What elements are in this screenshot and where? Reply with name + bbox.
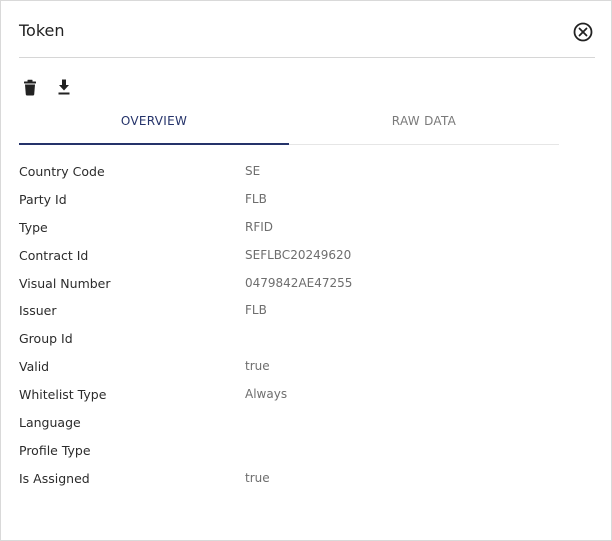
property-key: Party Id <box>19 191 67 207</box>
property-key: Whitelist Type <box>19 387 107 403</box>
property-key: Visual Number <box>19 275 111 291</box>
tab-overview[interactable]: OVERVIEW <box>19 109 289 145</box>
property-key: Language <box>19 415 81 431</box>
property-row: Issuer FLB <box>19 297 579 325</box>
properties-list: Country Code SE Party Id FLB Type RFID C… <box>19 158 579 493</box>
property-row: Whitelist Type Always <box>19 381 579 409</box>
property-row: Group Id <box>19 325 579 353</box>
close-icon[interactable] <box>572 21 594 43</box>
property-key: Country Code <box>19 164 105 179</box>
property-row: Visual Number 0479842AE47255 <box>19 270 579 298</box>
download-icon[interactable] <box>54 77 74 97</box>
property-value: RFID <box>245 219 274 234</box>
property-key: Issuer <box>19 303 57 319</box>
property-key: Contract Id <box>19 247 89 263</box>
property-value: Always <box>245 387 288 402</box>
property-row: Is Assigned true <box>19 465 579 493</box>
tab-bar: OVERVIEW RAW DATA <box>19 109 559 145</box>
property-value: FLB <box>245 303 267 318</box>
property-row: Valid true <box>19 353 579 381</box>
property-row: Party Id FLB <box>19 186 579 214</box>
dialog-title: Token <box>19 21 65 40</box>
property-row: Profile Type <box>19 437 579 465</box>
property-row: Country Code SE <box>19 158 579 186</box>
property-value: FLB <box>245 191 267 206</box>
property-key: Is Assigned <box>19 470 90 486</box>
property-value: true <box>245 470 270 485</box>
property-row: Contract Id SEFLBC20249620 <box>19 242 579 270</box>
property-value: true <box>245 359 270 374</box>
header-divider <box>19 57 595 58</box>
token-dialog: Token OVERVIEW RAW DATA Country Code SE <box>0 0 612 541</box>
property-row: Language <box>19 409 579 437</box>
tab-raw-data[interactable]: RAW DATA <box>289 109 559 144</box>
property-key: Valid <box>19 359 50 375</box>
property-row: Type RFID <box>19 214 579 242</box>
property-value: SE <box>245 164 261 178</box>
property-key: Group Id <box>19 331 73 347</box>
trash-icon[interactable] <box>20 77 40 97</box>
property-value: SEFLBC20249620 <box>245 247 352 262</box>
property-value: 0479842AE47255 <box>245 275 353 290</box>
property-key: Type <box>19 219 48 235</box>
property-key: Profile Type <box>19 442 91 458</box>
